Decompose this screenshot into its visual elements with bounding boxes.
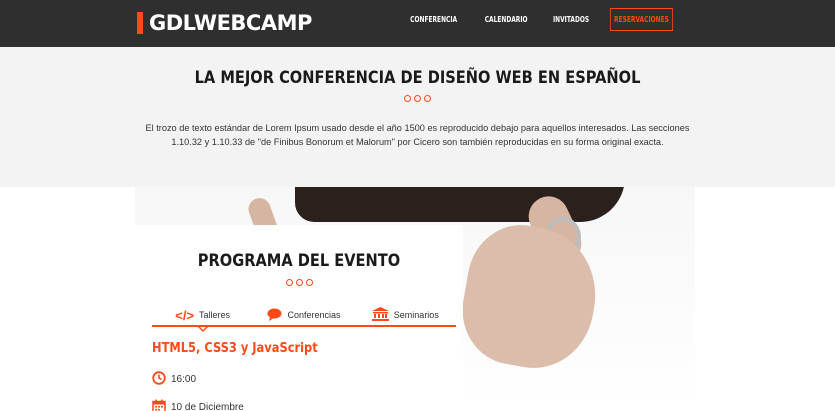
code-icon: </> <box>175 307 195 323</box>
intro-title: LA MEJOR CONFERENCIA DE DISEÑO WEB EN ES… <box>194 68 641 88</box>
main-nav: CONFERENCIA CALENDARIO INVITADOS RESERVA… <box>388 8 680 31</box>
tab-label: Talleres <box>199 310 231 320</box>
event-title: HTML5, CSS3 y JavaScript <box>152 341 318 356</box>
nav-calendario[interactable]: CALENDARIO <box>484 15 527 24</box>
decorative-dots <box>0 95 835 102</box>
comment-icon <box>267 308 282 323</box>
calendar-icon <box>152 399 166 411</box>
logo[interactable]: GDLWEBCAMP <box>137 10 312 36</box>
program-section: PROGRAMA DEL EVENTO </> Talleres Confere… <box>0 187 835 411</box>
nav-reservaciones-button[interactable]: RESERVACIONES <box>610 8 674 31</box>
decorative-dots <box>135 279 463 286</box>
site-header: GDLWEBCAMP CONFERENCIA CALENDARIO INVITA… <box>0 0 835 47</box>
dot-icon <box>424 95 431 102</box>
hair-shape <box>295 187 625 222</box>
event-time: 16:00 <box>152 371 196 388</box>
event-date-text: 10 de Diciembre <box>171 402 244 411</box>
tab-label: Conferencias <box>287 310 341 320</box>
tab-talleres[interactable]: </> Talleres <box>152 305 253 332</box>
logo-text: GDLWEBCAMP <box>149 11 312 35</box>
clock-icon <box>152 371 166 388</box>
intro-section: LA MEJOR CONFERENCIA DE DISEÑO WEB EN ES… <box>0 47 835 187</box>
tab-seminarios[interactable]: Seminarios <box>355 305 456 325</box>
event-date: 10 de Diciembre <box>152 399 244 411</box>
dot-icon <box>285 279 293 286</box>
program-tabs: </> Talleres Conferencias Seminarios <box>152 305 456 332</box>
program-title: PROGRAMA DEL EVENTO <box>197 251 401 271</box>
tab-conferencias[interactable]: Conferencias <box>253 305 354 325</box>
dot-icon <box>295 279 303 286</box>
dot-icon <box>305 279 313 286</box>
nav-invitados[interactable]: INVITADOS <box>553 15 589 24</box>
university-icon <box>371 307 389 323</box>
dot-icon <box>404 95 411 102</box>
tab-label: Seminarios <box>393 310 439 320</box>
dot-icon <box>414 95 421 102</box>
intro-text: El trozo de texto estándar de Lorem Ipsu… <box>145 123 690 147</box>
logo-bar <box>137 12 143 34</box>
event-time-text: 16:00 <box>171 374 197 385</box>
nav-conferencia[interactable]: CONFERENCIA <box>411 15 458 24</box>
program-card: PROGRAMA DEL EVENTO </> Talleres Confere… <box>135 225 463 411</box>
hand-right <box>453 216 607 378</box>
